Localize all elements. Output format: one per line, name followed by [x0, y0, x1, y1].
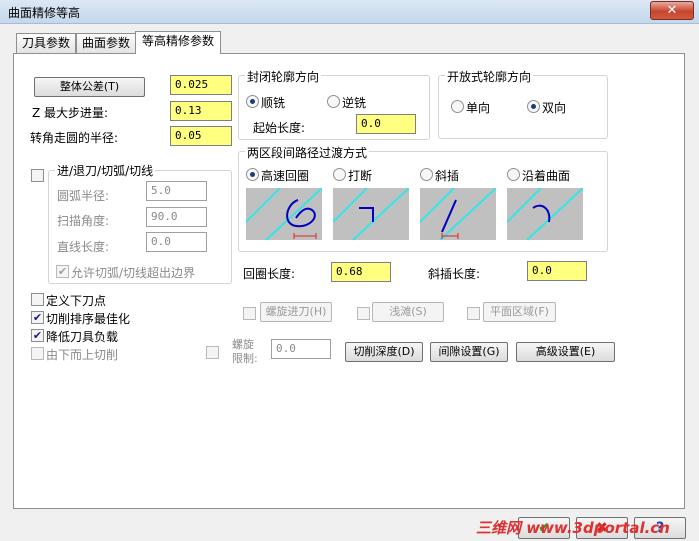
high-speed-loop-label: 高速回圈 [261, 169, 310, 183]
break-label: 打断 [348, 169, 373, 183]
high-speed-loop-preview-icon [246, 188, 322, 240]
ramp-preview-icon [420, 188, 496, 240]
closed-contour-title: 封闭轮廓方向 [245, 68, 322, 85]
shallow-checkbox[interactable] [357, 307, 370, 320]
shallow-button[interactable]: 浅滩(S) [372, 302, 444, 322]
loop-length-field[interactable]: 0.68 [331, 262, 391, 282]
tolerance-field[interactable]: 0.025 [170, 75, 232, 95]
helix-entry-checkbox[interactable] [243, 307, 256, 320]
max-step-field[interactable]: 0.13 [170, 101, 232, 121]
flat-area-button[interactable]: 平面区域(F) [483, 302, 556, 322]
one-way-radio[interactable] [451, 100, 464, 113]
helix-limit-field[interactable]: 0.0 [271, 339, 331, 359]
optimize-order-label: 切削排序最佳化 [46, 312, 131, 326]
start-length-field[interactable]: 0.0 [356, 114, 416, 134]
tolerance-button[interactable]: 整体公差(T) [34, 77, 145, 97]
arc-radius-label: 圆弧半径: [57, 189, 110, 203]
advanced-settings-button[interactable]: 高级设置(E) [516, 342, 615, 362]
transition-title: 两区段间路径过渡方式 [245, 144, 370, 161]
plunge-point-label: 定义下刀点 [46, 294, 107, 308]
plunge-point-checkbox[interactable] [31, 293, 44, 306]
helix-entry-button[interactable]: 螺旋进刀(H) [260, 302, 332, 322]
along-surface-preview-icon [507, 188, 583, 240]
ramp-length-label: 斜插长度: [428, 267, 481, 281]
conventional-label: 逆铣 [342, 96, 367, 110]
open-contour-title: 开放式轮廓方向 [445, 68, 534, 85]
tab-contour-finish-params[interactable]: 等高精修参数 [135, 31, 221, 54]
ramp-length-field[interactable]: 0.0 [527, 261, 587, 281]
two-way-label: 双向 [542, 101, 567, 115]
start-length-label: 起始长度: [253, 121, 306, 135]
close-button[interactable]: ✕ [650, 1, 694, 20]
lead-inout-title: 进/退刀/切弧/切线 [55, 162, 156, 179]
corner-radius-label: 转角走圆的半径: [30, 131, 119, 145]
window-title: 曲面精修等高 [8, 6, 81, 20]
climb-label: 顺铣 [261, 96, 286, 110]
arc-radius-field[interactable]: 5.0 [146, 181, 207, 201]
helix-limit-checkbox[interactable] [206, 346, 219, 359]
one-way-label: 单向 [466, 101, 491, 115]
along-surface-radio[interactable] [507, 168, 520, 181]
break-preview-icon [333, 188, 409, 240]
max-step-label: Z 最大步进量: [32, 106, 109, 120]
allow-overflow-checkbox[interactable] [56, 265, 69, 278]
optimize-order-checkbox[interactable] [31, 311, 44, 324]
allow-overflow-label: 允许切弧/切线超出边界 [71, 266, 196, 280]
sweep-angle-field[interactable]: 90.0 [146, 207, 207, 227]
tab-surface-params[interactable]: 曲面参数 [76, 33, 136, 53]
reduce-load-label: 降低刀具负载 [46, 330, 119, 344]
watermark-text: 三维网 www.3dportal.cn [476, 519, 670, 537]
line-length-field[interactable]: 0.0 [146, 232, 207, 252]
sweep-angle-label: 扫描角度: [57, 214, 110, 228]
flat-area-checkbox[interactable] [467, 307, 480, 320]
helix-limit-label-2: 限制: [232, 352, 258, 365]
cut-depth-button[interactable]: 切削深度(D) [345, 342, 423, 362]
corner-radius-field[interactable]: 0.05 [170, 126, 232, 146]
line-length-label: 直线长度: [57, 240, 110, 254]
bottom-up-checkbox[interactable] [31, 347, 44, 360]
ramp-label: 斜插 [435, 169, 460, 183]
ramp-radio[interactable] [420, 168, 433, 181]
gap-settings-button[interactable]: 间隙设置(G) [430, 342, 508, 362]
reduce-load-checkbox[interactable] [31, 329, 44, 342]
tab-tool-params[interactable]: 刀具参数 [16, 33, 76, 53]
break-radio[interactable] [333, 168, 346, 181]
conventional-radio[interactable] [327, 95, 340, 108]
climb-radio[interactable] [246, 95, 259, 108]
loop-length-label: 回圈长度: [243, 267, 296, 281]
title-bar [0, 0, 699, 24]
two-way-radio[interactable] [527, 100, 540, 113]
bottom-up-label: 由下而上切削 [46, 348, 119, 362]
high-speed-loop-radio[interactable] [246, 168, 259, 181]
lead-inout-checkbox[interactable] [31, 169, 44, 182]
along-surface-label: 沿着曲面 [522, 169, 571, 183]
